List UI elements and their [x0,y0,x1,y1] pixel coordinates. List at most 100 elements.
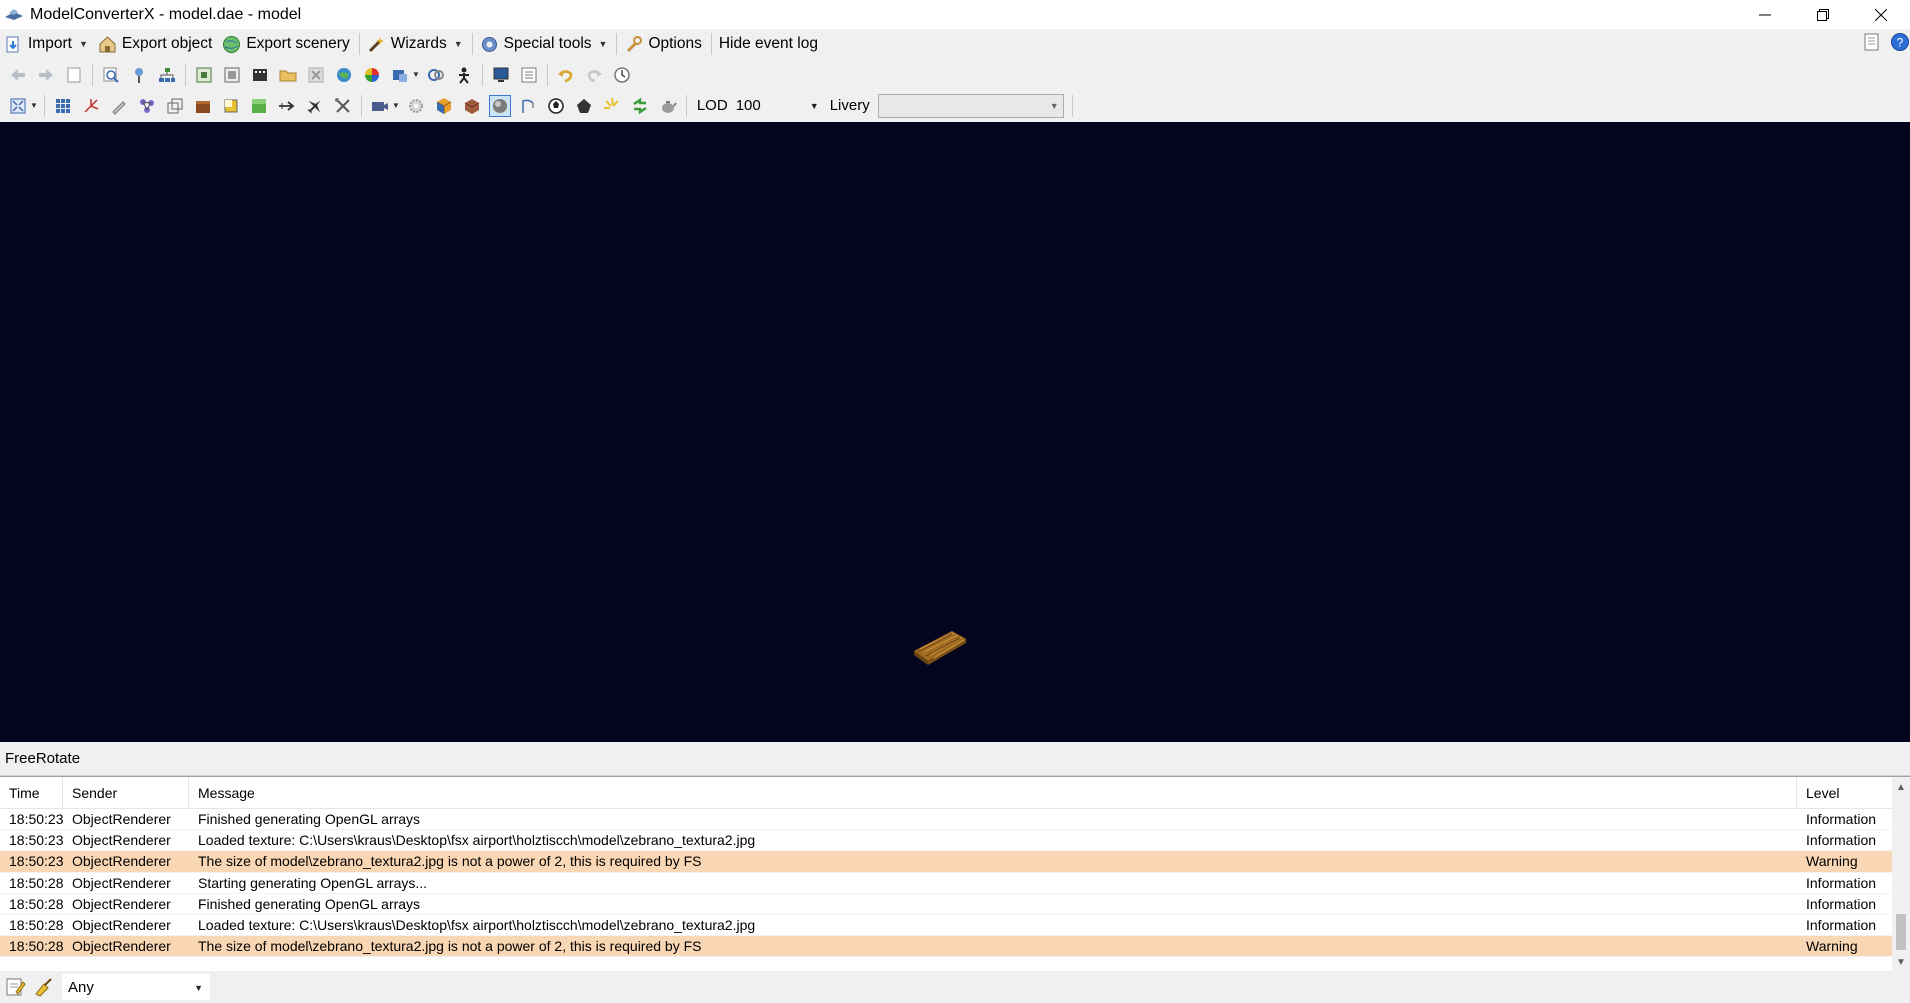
livery-dropdown[interactable]: ▼ [877,93,1064,118]
view-mode-label: FreeRotate [0,742,1910,776]
select-button[interactable] [193,64,215,86]
hide-event-log-button[interactable]: Hide event log [715,31,824,57]
options-label: Options [648,35,702,52]
zoom-button[interactable] [100,64,122,86]
special-tools-menu[interactable]: Special tools ▼ [476,31,614,57]
table-row[interactable]: 18:50:28 ObjectRenderer Finished generat… [0,894,1892,915]
close-button[interactable] [1852,0,1910,29]
teapot-button[interactable] [657,95,679,117]
move-button[interactable] [389,64,411,86]
film-button[interactable] [249,64,271,86]
box-button[interactable] [461,95,483,117]
hierarchy-icon [159,67,175,82]
separator [1071,94,1073,117]
restore-button[interactable] [1794,0,1852,29]
minimize-button[interactable] [1736,0,1794,29]
options-menu[interactable]: Options [620,31,707,57]
monitor-button[interactable] [490,64,512,86]
level-filter-dropdown[interactable]: Any ▼ [62,974,210,1000]
plane-button[interactable] [304,95,326,117]
axis-button[interactable] [80,95,102,117]
column-header-sender[interactable]: Sender [63,777,189,809]
list-icon [521,67,537,82]
table-row[interactable]: 18:50:23 ObjectRenderer Finished generat… [0,809,1892,831]
green-square-button[interactable] [248,95,270,117]
table-row[interactable]: 18:50:28 ObjectRenderer Loaded texture: … [0,915,1892,937]
cube-button[interactable] [433,95,455,117]
ball-button[interactable] [545,95,567,117]
document-icon[interactable] [1862,32,1882,52]
light-button[interactable] [601,95,623,117]
help-icon[interactable]: ? [1890,32,1910,52]
lod-dropdown[interactable]: 100 ▼ [732,95,824,117]
redo-button[interactable] [583,64,605,86]
import-menu[interactable]: Import ▼ [0,31,94,57]
pencil-button[interactable] [108,95,130,117]
gear-icon [408,98,423,113]
notepad-icon[interactable] [4,976,26,998]
event-log-scrollbar[interactable]: ▲ ▼ [1892,777,1910,972]
chevron-down-icon[interactable]: ▼ [392,101,400,110]
list-button[interactable] [518,64,540,86]
hide-event-log-label: Hide event log [718,35,818,52]
separator [43,94,45,117]
cross-button[interactable] [305,64,327,86]
page-button[interactable] [63,64,85,86]
forward-button[interactable] [35,64,57,86]
square-button[interactable] [220,95,242,117]
table-row[interactable]: 18:50:23 ObjectRenderer Loaded texture: … [0,830,1892,852]
nodes-button[interactable] [136,95,158,117]
shape-button[interactable] [573,95,595,117]
pencil-icon [112,100,126,115]
palette-button[interactable] [361,64,383,86]
hierarchy-button[interactable] [156,64,178,86]
fullscreen-icon [10,98,26,113]
tools-button[interactable] [332,95,354,117]
3d-viewport[interactable] [0,122,1910,742]
cell-level: Information [1806,832,1877,849]
crane-button[interactable] [517,95,539,117]
wizards-menu[interactable]: Wizards ▼ [363,31,469,57]
fit-button[interactable] [221,64,243,86]
camera-button[interactable] [369,95,391,117]
globe-button[interactable] [333,64,355,86]
table-row[interactable]: 18:50:28 ObjectRenderer Starting generat… [0,873,1892,894]
undo-button[interactable] [555,64,577,86]
figure-button[interactable] [453,64,475,86]
scroll-down-icon[interactable]: ▼ [1896,957,1906,968]
wireframe-button[interactable] [164,95,186,117]
table-row-warning[interactable]: 18:50:23 ObjectRenderer The size of mode… [0,851,1892,873]
recycle-button[interactable] [629,95,651,117]
crate-button[interactable] [192,95,214,117]
column-header-level[interactable]: Level [1797,777,1892,809]
sphere-button[interactable] [488,94,511,117]
grid-button[interactable] [52,95,74,117]
arrow-right-button[interactable] [276,95,298,117]
separator [360,94,362,117]
broom-icon[interactable] [32,976,54,998]
pin-button[interactable] [128,64,150,86]
wizards-label: Wizards [390,35,447,52]
export-scenery-menu[interactable]: Export scenery [218,31,355,57]
back-button[interactable] [7,64,29,86]
window-title: ModelConverterX - model.dae - model [30,5,302,23]
gear-button[interactable] [405,95,427,117]
separator [616,33,618,55]
model-preview-object[interactable] [912,627,968,667]
clock-button[interactable] [611,64,633,86]
folder-button[interactable] [277,64,299,86]
refresh-button[interactable] [425,64,447,86]
crate-icon [195,100,210,113]
fullscreen-button[interactable] [7,95,29,117]
column-header-message[interactable]: Message [189,777,1797,809]
scroll-up-icon[interactable]: ▲ [1896,782,1906,793]
table-row-warning[interactable]: 18:50:28 ObjectRenderer The size of mode… [0,936,1892,958]
chevron-down-icon[interactable]: ▼ [30,101,38,110]
export-object-menu[interactable]: Export object [94,31,218,57]
column-header-time[interactable]: Time [0,777,63,809]
separator [710,33,712,55]
scrollbar-thumb[interactable] [1896,914,1906,950]
house-icon [99,35,116,52]
chevron-down-icon[interactable]: ▼ [412,70,420,79]
film-icon [253,68,267,81]
